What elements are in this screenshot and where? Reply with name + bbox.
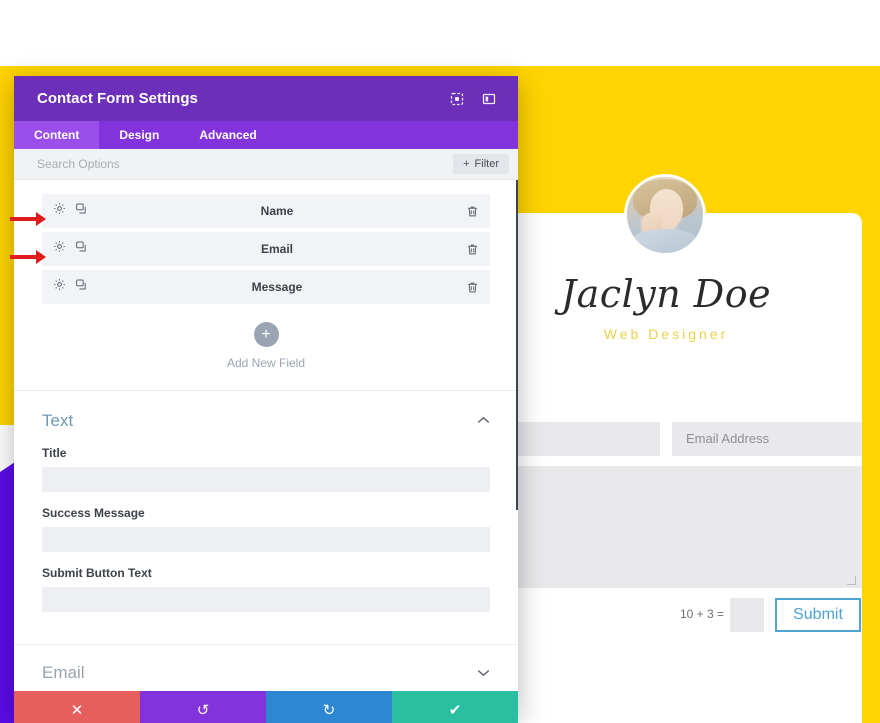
- title-label: Title: [42, 446, 67, 460]
- contact-form-settings-modal: Contact Form Settings Content Design Adv…: [14, 76, 518, 723]
- annotation-arrow-email: [10, 250, 46, 264]
- duplicate-icon[interactable]: [75, 202, 88, 220]
- website-captcha-label: 10 + 3 =: [680, 607, 725, 621]
- modal-header: Contact Form Settings: [14, 76, 518, 121]
- title-input[interactable]: [42, 467, 490, 492]
- section-text: Text Title Success Message Submit Button…: [14, 391, 518, 644]
- trash-icon[interactable]: [466, 281, 479, 294]
- form-fields-list: Name Email Message + Add New Field: [14, 180, 518, 390]
- scrollbar[interactable]: [516, 180, 518, 691]
- profile-name: Jaclyn Doe: [560, 272, 772, 316]
- screenshot-stage: Jaclyn Doe Web Designer Email Address ge…: [0, 0, 880, 723]
- table-row[interactable]: Email: [42, 232, 490, 266]
- tab-advanced[interactable]: Advanced: [179, 121, 276, 149]
- submit-button-text-field-group: Submit Button Text: [42, 566, 490, 612]
- resize-handle-icon[interactable]: [847, 576, 856, 585]
- chevron-down-icon[interactable]: [477, 666, 490, 680]
- page-title: Contact Form Settings: [37, 90, 198, 107]
- website-submit-button[interactable]: Submit: [775, 598, 861, 632]
- undo-icon: ↺: [196, 701, 210, 719]
- add-new-field-button[interactable]: + Add New Field: [42, 308, 490, 390]
- expand-icon[interactable]: [444, 86, 470, 112]
- tab-content[interactable]: Content: [14, 121, 100, 149]
- field-label: Message: [251, 280, 303, 294]
- tab-design[interactable]: Design: [99, 121, 179, 149]
- chevron-up-icon[interactable]: [477, 414, 490, 428]
- row-action-icons: [53, 240, 88, 258]
- scrollbar-thumb[interactable]: [516, 180, 518, 510]
- filter-button-label: Filter: [474, 158, 499, 170]
- undo-button[interactable]: ↺: [140, 691, 266, 723]
- section-text-title: Text: [42, 411, 74, 430]
- page-yellow-right-edge: [862, 66, 880, 723]
- row-action-icons: [53, 202, 88, 220]
- modal-body: Name Email Message + Add New Field Text …: [14, 180, 518, 691]
- gear-icon[interactable]: [53, 240, 66, 258]
- section-text-header[interactable]: Text: [42, 411, 490, 431]
- cancel-button[interactable]: ✕: [14, 691, 140, 723]
- modal-tabs: Content Design Advanced: [14, 121, 518, 149]
- website-email-input[interactable]: Email Address: [672, 422, 872, 456]
- check-icon: ✔: [448, 701, 462, 719]
- trash-icon[interactable]: [466, 205, 479, 218]
- plus-icon[interactable]: +: [253, 322, 279, 347]
- modal-footer: ✕ ↺ ↻ ✔: [14, 691, 518, 723]
- add-new-field-label: Add New Field: [226, 356, 306, 370]
- table-row[interactable]: Name: [42, 194, 490, 228]
- avatar: [624, 174, 706, 256]
- website-message-textarea[interactable]: ge: [470, 466, 872, 588]
- annotation-arrow-name: [10, 212, 46, 226]
- website-captcha-input[interactable]: [730, 598, 764, 632]
- gear-icon[interactable]: [53, 202, 66, 220]
- profile-role: Web Designer: [603, 326, 729, 342]
- redo-button[interactable]: ↻: [266, 691, 392, 723]
- search-options-bar: + Filter: [14, 149, 518, 180]
- filter-button[interactable]: + Filter: [453, 154, 509, 174]
- title-field-group: Title: [42, 446, 490, 492]
- avatar-photo: [627, 177, 703, 253]
- field-label: Email: [260, 242, 293, 256]
- field-label: Name: [260, 204, 294, 218]
- close-icon: ✕: [70, 701, 84, 719]
- save-button[interactable]: ✔: [392, 691, 518, 723]
- plus-icon: +: [463, 158, 470, 170]
- avatar-shirt: [631, 228, 699, 253]
- redo-icon: ↻: [322, 701, 336, 719]
- gear-icon[interactable]: [53, 278, 66, 296]
- search-input[interactable]: [37, 157, 454, 171]
- success-message-field-group: Success Message: [42, 506, 490, 552]
- duplicate-icon[interactable]: [75, 240, 88, 258]
- section-email-header[interactable]: Email: [14, 644, 518, 691]
- submit-button-text-input[interactable]: [42, 587, 490, 612]
- row-action-icons: [53, 278, 88, 296]
- success-message-input[interactable]: [42, 527, 490, 552]
- section-email-title: Email: [42, 663, 85, 682]
- submit-button-text-label: Submit Button Text: [42, 566, 152, 580]
- layout-panel-icon[interactable]: [476, 86, 502, 112]
- success-message-label: Success Message: [42, 506, 145, 520]
- trash-icon[interactable]: [466, 243, 479, 256]
- duplicate-icon[interactable]: [75, 278, 88, 296]
- table-row[interactable]: Message: [42, 270, 490, 304]
